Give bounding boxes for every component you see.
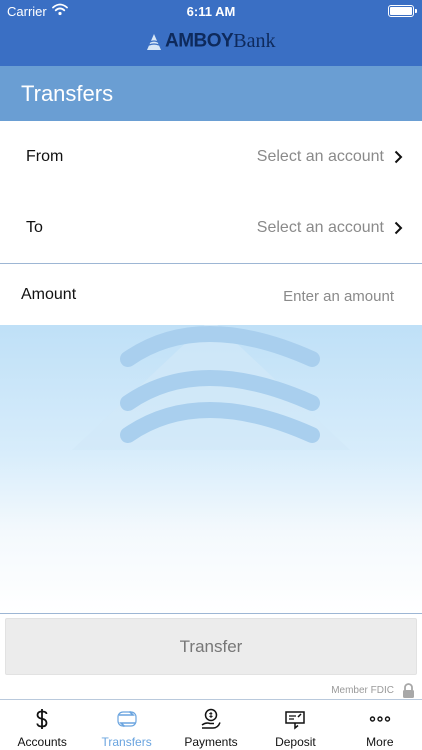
to-value: Select an account: [256, 219, 384, 236]
lock-icon: [403, 683, 414, 698]
amount-input[interactable]: [194, 285, 394, 307]
to-account-selector[interactable]: To Select an account: [0, 192, 422, 264]
tab-label: More: [366, 735, 394, 749]
chevron-right-icon: [394, 221, 403, 235]
battery-icon: [388, 5, 417, 17]
amount-row: Amount: [0, 264, 422, 325]
transfer-button[interactable]: Transfer: [5, 618, 417, 675]
brand-name-bold: AMBOY: [165, 30, 234, 52]
tab-more[interactable]: More: [338, 700, 422, 750]
chevron-right-icon: [394, 150, 403, 164]
dollar-icon: [36, 709, 48, 729]
tab-accounts[interactable]: Accounts: [0, 700, 84, 750]
more-dots-icon: [369, 716, 391, 722]
tab-label: Deposit: [275, 735, 316, 749]
from-account-selector[interactable]: From Select an account: [0, 121, 422, 193]
to-label: To: [26, 219, 43, 236]
status-bar: Carrier 6:11 AM: [0, 0, 422, 22]
tab-label: Transfers: [101, 735, 152, 749]
tab-label: Accounts: [17, 735, 67, 749]
hand-coin-icon: [201, 708, 221, 729]
page-title-bar: Transfers: [0, 66, 422, 121]
tab-transfers[interactable]: Transfers: [84, 700, 168, 750]
tab-label: Payments: [184, 735, 238, 749]
app-header: Carrier 6:11 AM AMBOYBank: [0, 0, 422, 66]
wave-logo-watermark-icon: [72, 325, 350, 450]
logo-mark-icon: [146, 33, 161, 50]
brand-name-light: Bank: [233, 30, 276, 52]
from-value: Select an account: [256, 148, 384, 165]
member-fdic-label: Member FDIC: [331, 685, 394, 696]
transfer-arrows-icon: [117, 710, 137, 728]
divider: [0, 613, 422, 614]
check-deposit-icon: [285, 711, 306, 730]
amount-label: Amount: [21, 286, 77, 303]
tab-deposit[interactable]: Deposit: [253, 700, 337, 750]
tab-payments[interactable]: Payments: [169, 700, 253, 750]
from-label: From: [26, 148, 64, 165]
decorative-banner: [0, 325, 422, 613]
bank-logo: AMBOYBank: [0, 30, 422, 56]
tab-bar: Accounts Transfers Payments Deposit More: [0, 699, 422, 750]
clock: 6:11 AM: [186, 4, 236, 19]
page-title: Transfers: [21, 81, 114, 106]
